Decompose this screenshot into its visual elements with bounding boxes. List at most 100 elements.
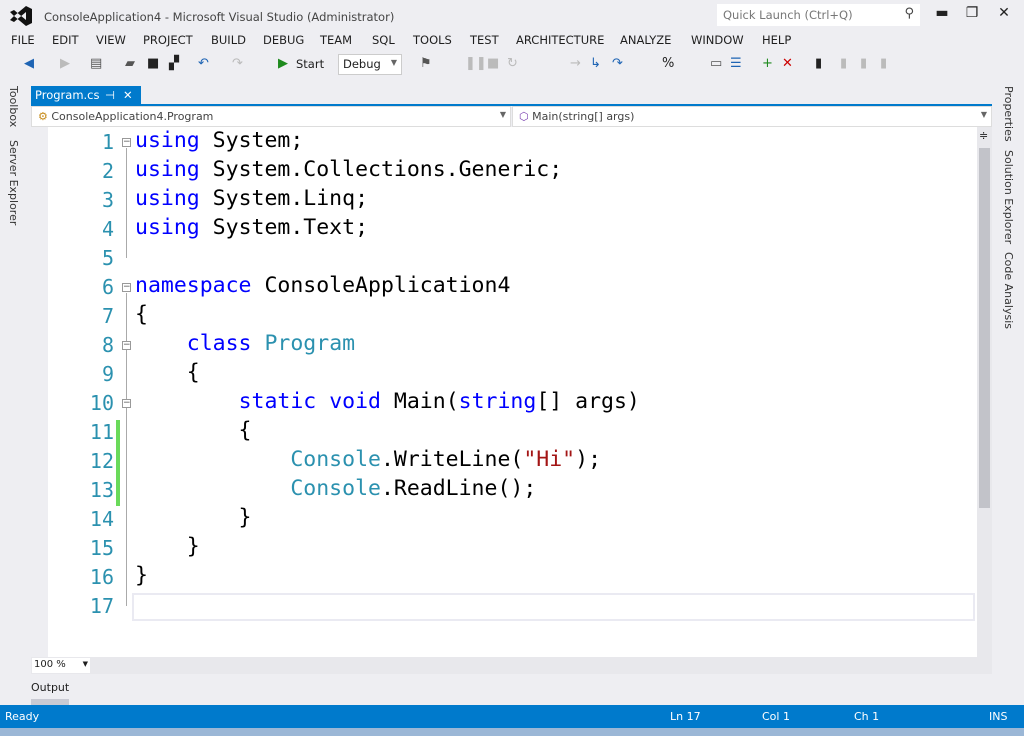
menu-architecture[interactable]: ARCHITECTURE: [516, 33, 604, 47]
code-line[interactable]: }: [135, 534, 200, 559]
step-into-icon[interactable]: ↳: [590, 56, 601, 71]
collapse-icon[interactable]: −: [122, 138, 131, 147]
back-icon[interactable]: ◀: [24, 56, 34, 71]
status-line: Ln 17: [670, 710, 701, 723]
output-panel-tab[interactable]: Output: [31, 681, 69, 694]
new-project-icon[interactable]: ▤: [90, 56, 102, 71]
menu-project[interactable]: PROJECT: [143, 33, 193, 47]
code-token: {: [135, 360, 200, 385]
server-explorer-tab[interactable]: Server Explorer: [7, 140, 20, 225]
step-over-icon[interactable]: ↷: [612, 56, 623, 71]
save-icon[interactable]: ■: [147, 56, 159, 71]
code-token: );: [575, 447, 602, 472]
code-line[interactable]: using System.Linq;: [135, 186, 368, 211]
code-line[interactable]: }: [135, 563, 148, 588]
line-number: 14: [89, 507, 114, 531]
code-line[interactable]: {: [135, 302, 148, 327]
menu-build[interactable]: BUILD: [211, 33, 246, 47]
code-line[interactable]: class Program: [135, 331, 355, 356]
line-number: 6: [101, 275, 114, 299]
restore-button[interactable]: ❐: [962, 5, 982, 21]
status-column: Col 1: [762, 710, 790, 723]
start-button[interactable]: Start: [296, 57, 324, 71]
solution-explorer-tab[interactable]: Solution Explorer: [1002, 150, 1015, 244]
close-button[interactable]: ✕: [994, 5, 1014, 21]
bookmark-icon[interactable]: ▮: [815, 56, 822, 71]
undo-icon[interactable]: ↶: [198, 56, 209, 71]
menu-view[interactable]: VIEW: [96, 33, 126, 47]
show-next-statement-icon[interactable]: →: [570, 56, 581, 71]
code-line[interactable]: using System.Collections.Generic;: [135, 157, 562, 182]
menu-test[interactable]: TEST: [470, 33, 499, 47]
code-token: Main(: [380, 389, 459, 414]
code-line[interactable]: Console.WriteLine("Hi");: [135, 447, 601, 472]
code-line[interactable]: }: [135, 505, 252, 530]
code-token: Console: [290, 476, 381, 501]
forward-icon[interactable]: ▶: [60, 56, 70, 71]
minimize-button[interactable]: ▬: [932, 5, 952, 21]
code-line[interactable]: using System;: [135, 128, 303, 153]
quick-launch-placeholder: Quick Launch (Ctrl+Q): [723, 8, 853, 22]
chevron-down-icon: ▼: [82, 660, 88, 668]
collapse-icon[interactable]: −: [122, 283, 131, 292]
uncomment-icon[interactable]: ☰: [730, 56, 742, 71]
start-icon[interactable]: ▶: [278, 56, 288, 71]
open-file-icon[interactable]: ▰: [125, 56, 135, 71]
tab-program-cs[interactable]: Program.cs ⊣ ✕: [31, 86, 141, 105]
menu-debug[interactable]: DEBUG: [263, 33, 304, 47]
menu-sql[interactable]: SQL: [372, 33, 395, 47]
solution-config-select[interactable]: Debug ▼: [338, 54, 402, 75]
properties-tab[interactable]: Properties: [1002, 86, 1015, 142]
add-comment-icon[interactable]: +: [762, 56, 773, 71]
horizontal-scrollbar[interactable]: [31, 657, 992, 674]
member-value: Main(string[] args): [532, 110, 635, 123]
line-number: 15: [89, 536, 114, 560]
menu-analyze[interactable]: ANALYZE: [620, 33, 671, 47]
stop-icon[interactable]: ■: [487, 56, 499, 71]
menu-edit[interactable]: EDIT: [52, 33, 79, 47]
code-analysis-tab[interactable]: Code Analysis: [1002, 252, 1015, 329]
close-tab-icon[interactable]: ✕: [123, 88, 133, 102]
next-bookmark-icon[interactable]: ▮: [860, 56, 867, 71]
toolbox-tab[interactable]: Toolbox: [7, 86, 20, 127]
code-line[interactable]: using System.Text;: [135, 215, 368, 240]
save-all-icon[interactable]: ▞: [169, 56, 179, 71]
search-icon[interactable]: ⚲: [904, 6, 914, 21]
remove-comment-icon[interactable]: ✕: [782, 56, 793, 71]
pause-icon[interactable]: ❚❚: [465, 56, 487, 71]
code-line[interactable]: {: [135, 360, 200, 385]
split-icon[interactable]: ≑: [979, 129, 988, 142]
member-dropdown[interactable]: ⬡ Main(string[] args) ▼: [512, 106, 992, 127]
redo-icon[interactable]: ↷: [232, 56, 243, 71]
line-number: 1: [101, 130, 114, 154]
clear-bookmarks-icon[interactable]: ▮: [880, 56, 887, 71]
type-dropdown[interactable]: ⚙ ConsoleApplication4.Program ▼: [31, 106, 511, 127]
menu-tools[interactable]: TOOLS: [413, 33, 452, 47]
line-number: 2: [101, 159, 114, 183]
zoom-value: 100 %: [34, 659, 66, 670]
menu-help[interactable]: HELP: [762, 33, 791, 47]
collapse-icon[interactable]: −: [122, 399, 131, 408]
menu-team[interactable]: TEAM: [320, 33, 352, 47]
pin-icon[interactable]: ⊣: [105, 88, 115, 102]
menu-file[interactable]: FILE: [11, 33, 35, 47]
prev-bookmark-icon[interactable]: ▮: [840, 56, 847, 71]
vertical-scroll-thumb[interactable]: [979, 148, 990, 508]
attach-icon[interactable]: ⚑: [420, 56, 432, 71]
code-line[interactable]: namespace ConsoleApplication4: [135, 273, 510, 298]
editor-left-margin: [31, 127, 48, 657]
menu-window[interactable]: WINDOW: [691, 33, 744, 47]
code-line[interactable]: {: [135, 418, 252, 443]
collapse-icon[interactable]: −: [122, 341, 131, 350]
restart-icon[interactable]: ↻: [507, 56, 518, 71]
comment-icon[interactable]: ▭: [710, 56, 722, 71]
code-line[interactable]: Console.ReadLine();: [135, 476, 536, 501]
breakpoints-icon[interactable]: %: [662, 56, 674, 71]
line-number: 8: [101, 333, 114, 357]
zoom-select[interactable]: 100 % ▼: [32, 658, 90, 673]
code-line[interactable]: static void Main(string[] args): [135, 389, 640, 414]
quick-launch-input[interactable]: Quick Launch (Ctrl+Q) ⚲: [717, 4, 920, 26]
